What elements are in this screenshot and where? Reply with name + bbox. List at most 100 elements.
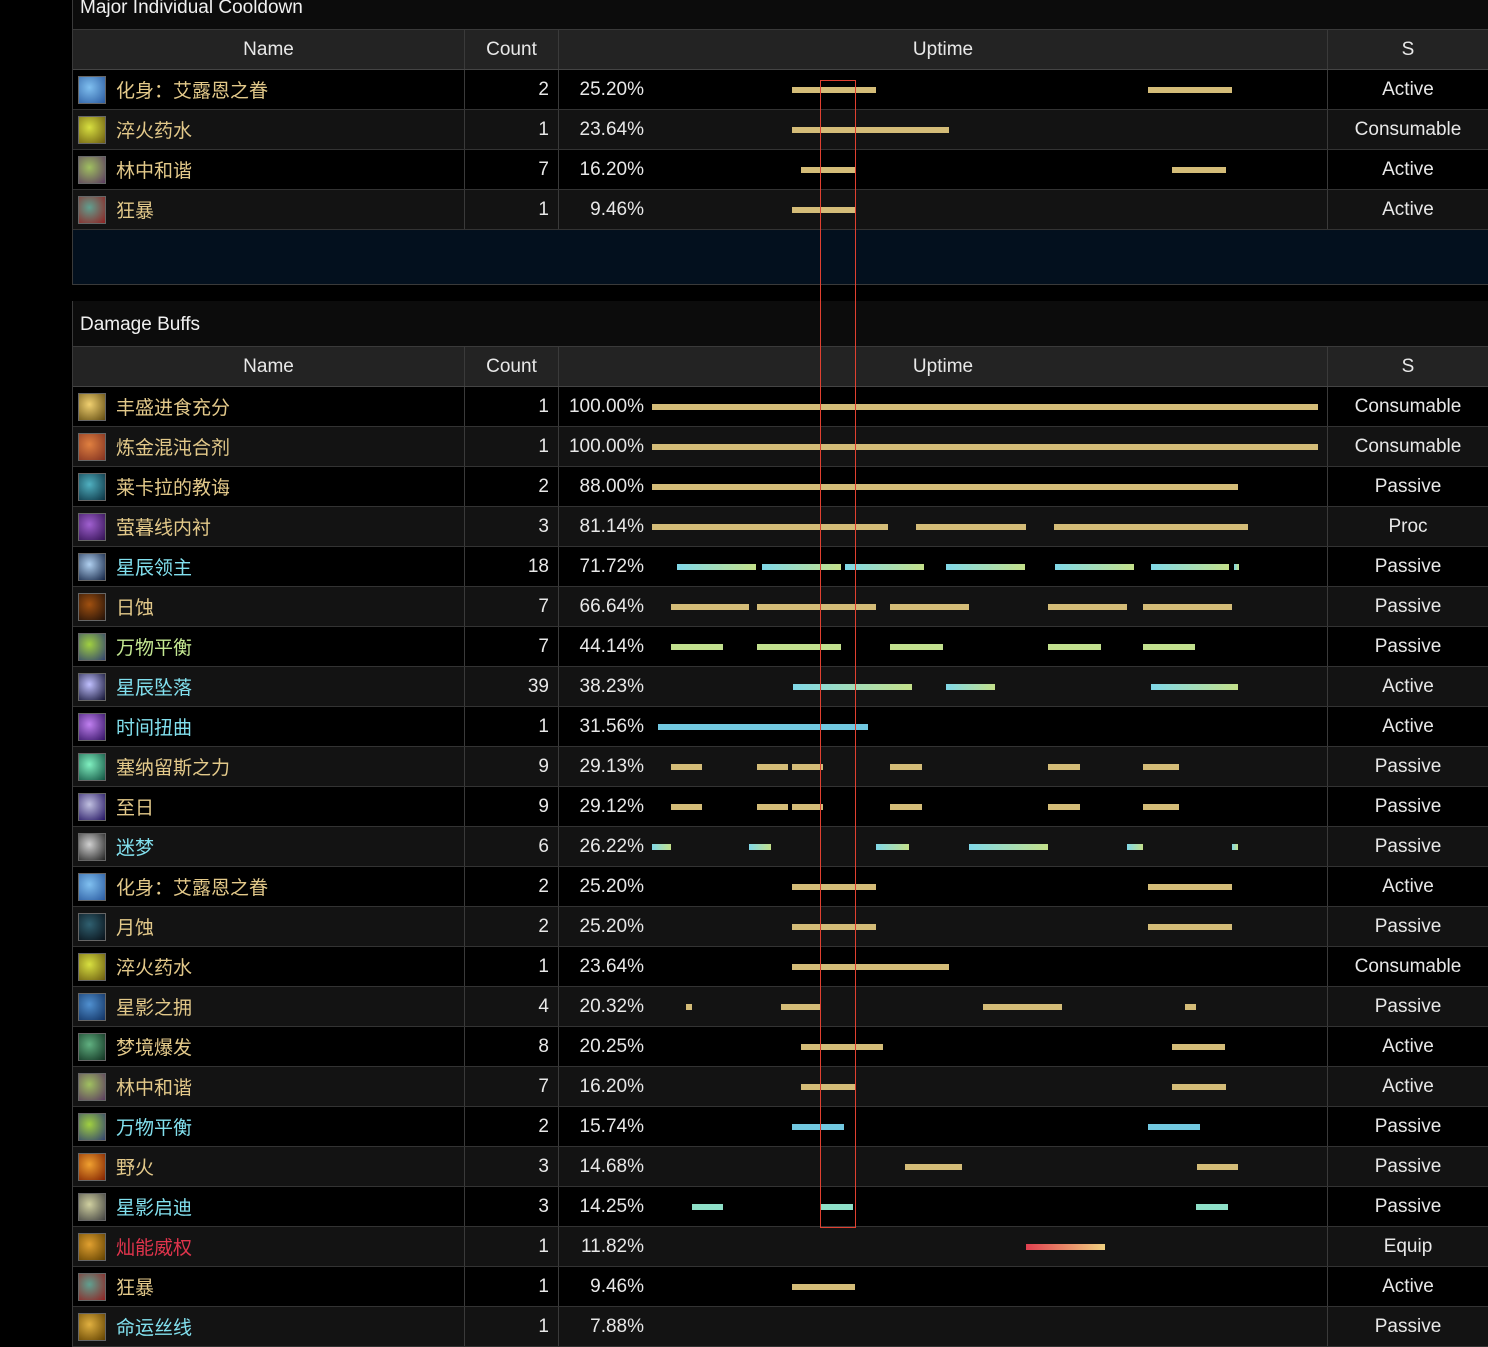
ability-name-link[interactable]: 化身：艾露恩之眷 (116, 873, 268, 900)
table-row[interactable]: 月蚀 2 25.20% Passive (73, 907, 1488, 947)
column-header-count[interactable]: Count (465, 30, 559, 69)
count-cell: 1 (465, 1307, 559, 1346)
ability-name-link[interactable]: 星辰领主 (116, 553, 192, 580)
table-row[interactable]: 淬火药水 1 23.64% Consumable (73, 110, 1488, 150)
uptime-bar-segment (652, 844, 672, 850)
table-row[interactable]: 万物平衡 7 44.14% Passive (73, 627, 1488, 667)
table-row[interactable]: 淬火药水 1 23.64% Consumable (73, 947, 1488, 987)
solar-eclipse-icon (78, 592, 106, 621)
table-row[interactable]: 化身：艾露恩之眷 2 25.20% Active (73, 867, 1488, 907)
uptime-cell: 25.20% (559, 867, 1328, 906)
ability-name-link[interactable]: 梦境爆发 (116, 1033, 192, 1060)
table-row[interactable]: 星辰坠落 39 38.23% Active (73, 667, 1488, 707)
uptime-bar-segment (1150, 564, 1229, 570)
count-cell: 18 (465, 547, 559, 586)
table-row[interactable]: 林中和谐 7 16.20% Active (73, 150, 1488, 190)
table-row[interactable]: 丰盛进食充分 1 100.00% Consumable (73, 387, 1488, 427)
uptime-cell: 9.46% (559, 190, 1328, 229)
column-header-count[interactable]: Count (465, 347, 559, 386)
status-cell: Passive (1328, 627, 1488, 666)
ability-name-link[interactable]: 万物平衡 (116, 1113, 192, 1140)
table-row[interactable]: 时间扭曲 1 31.56% Active (73, 707, 1488, 747)
table-row[interactable]: 万物平衡 2 15.74% Passive (73, 1107, 1488, 1147)
table-row[interactable]: 塞纳留斯之力 9 29.13% Passive (73, 747, 1488, 787)
column-header-name[interactable]: Name (73, 347, 465, 386)
table-row[interactable]: 星影启迪 3 14.25% Passive (73, 1187, 1488, 1227)
uptime-bar-segment (889, 644, 944, 650)
ability-name-link[interactable]: 月蚀 (116, 913, 154, 940)
column-header-status[interactable]: S (1328, 30, 1488, 69)
balance-icon (78, 1112, 106, 1141)
ability-name-link[interactable]: 丰盛进食充分 (116, 393, 230, 420)
uptime-bar-segment (1172, 1044, 1225, 1050)
ability-name-link[interactable]: 淬火药水 (116, 953, 192, 980)
ability-name-link[interactable]: 狂暴 (116, 1273, 154, 1300)
ability-name-link[interactable]: 星影之拥 (116, 993, 192, 1020)
count-value: 2 (538, 78, 549, 100)
table-row[interactable]: 狂暴 1 9.46% Active (73, 190, 1488, 230)
table-row[interactable]: 日蚀 7 66.64% Passive (73, 587, 1488, 627)
status-cell: Passive (1328, 1307, 1488, 1346)
incarnation-icon (78, 872, 106, 901)
uptime-bar-segment (801, 167, 856, 173)
table-row[interactable]: 萤暮线内衬 3 81.14% Proc (73, 507, 1488, 547)
ability-name-link[interactable]: 野火 (116, 1153, 154, 1180)
uptime-bar-segment (791, 127, 950, 133)
table-row[interactable]: 星影之拥 4 20.32% Passive (73, 987, 1488, 1027)
ability-name-link[interactable]: 星影启迪 (116, 1193, 192, 1220)
ability-name-link[interactable]: 淬火药水 (116, 116, 192, 143)
status-value: Consumable (1354, 118, 1462, 140)
table-row[interactable]: 林中和谐 7 16.20% Active (73, 1067, 1488, 1107)
ability-name-link[interactable]: 日蚀 (116, 593, 154, 620)
uptime-percent: 100.00% (568, 395, 644, 417)
table-row[interactable]: 狂暴 1 9.46% Active (73, 1267, 1488, 1307)
column-header-uptime[interactable]: Uptime (559, 347, 1328, 386)
column-header-uptime[interactable]: Uptime (559, 30, 1328, 69)
column-header-status[interactable]: S (1328, 347, 1488, 386)
table-row[interactable]: 灿能威权 1 11.82% Equip (73, 1227, 1488, 1267)
ability-name-link[interactable]: 莱卡拉的教诲 (116, 473, 230, 500)
status-value: Active (1382, 1035, 1434, 1057)
ability-name-link[interactable]: 至日 (116, 793, 154, 820)
table-row[interactable]: 迷梦 6 26.22% Passive (73, 827, 1488, 867)
uptime-percent: 66.64% (579, 595, 644, 617)
count-value: 6 (538, 835, 549, 857)
table-row[interactable]: 炼金混沌合剂 1 100.00% Consumable (73, 427, 1488, 467)
count-cell: 1 (465, 110, 559, 149)
ability-name-link[interactable]: 林中和谐 (116, 156, 192, 183)
table-row[interactable]: 命运丝线 1 7.88% Passive (73, 1307, 1488, 1347)
ability-name-link[interactable]: 炼金混沌合剂 (116, 433, 230, 460)
table-row[interactable]: 至日 9 29.12% Passive (73, 787, 1488, 827)
uptime-bar-segment (691, 1204, 724, 1210)
status-cell: Passive (1328, 467, 1488, 506)
table-row[interactable]: 化身：艾露恩之眷 2 25.20% Active (73, 70, 1488, 110)
table-row[interactable]: 野火 3 14.68% Passive (73, 1147, 1488, 1187)
table-row[interactable]: 莱卡拉的教诲 2 88.00% Passive (73, 467, 1488, 507)
table-header: Name Count Uptime S (73, 347, 1488, 387)
status-cell: Active (1328, 1267, 1488, 1306)
ability-name-link[interactable]: 星辰坠落 (116, 673, 192, 700)
name-cell: 化身：艾露恩之眷 (73, 867, 465, 906)
ability-name-link[interactable]: 灿能威权 (116, 1233, 192, 1260)
tempered-potion-icon (78, 115, 106, 144)
uptime-percent: 25.20% (579, 78, 644, 100)
table-row[interactable]: 星辰领主 18 71.72% Passive (73, 547, 1488, 587)
ability-name-link[interactable]: 萤暮线内衬 (116, 513, 211, 540)
ability-name-link[interactable]: 时间扭曲 (116, 713, 192, 740)
count-cell: 2 (465, 70, 559, 109)
status-value: Passive (1374, 995, 1442, 1017)
ability-name-link[interactable]: 命运丝线 (116, 1313, 192, 1340)
section-title: Damage Buffs (73, 301, 1488, 347)
count-cell: 9 (465, 787, 559, 826)
column-header-name[interactable]: Name (73, 30, 465, 69)
ability-name-link[interactable]: 迷梦 (116, 833, 154, 860)
ability-name-link[interactable]: 化身：艾露恩之眷 (116, 76, 268, 103)
status-value: Passive (1374, 915, 1442, 937)
table-footer-empty (73, 230, 1488, 285)
table-row[interactable]: 梦境爆发 8 20.25% Active (73, 1027, 1488, 1067)
ability-name-link[interactable]: 狂暴 (116, 196, 154, 223)
count-cell: 1 (465, 707, 559, 746)
ability-name-link[interactable]: 万物平衡 (116, 633, 192, 660)
ability-name-link[interactable]: 林中和谐 (116, 1073, 192, 1100)
ability-name-link[interactable]: 塞纳留斯之力 (116, 753, 230, 780)
